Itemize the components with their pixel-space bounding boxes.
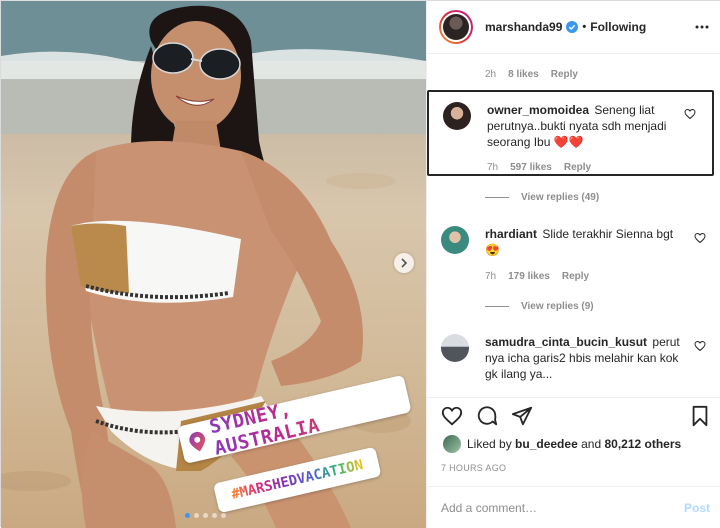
comments-list[interactable]: 2h 8 likes Reply owner_momoidea Seneng l…	[427, 54, 720, 396]
comment-text-block: rhardiant Slide terakhir Sienna bgt😍	[485, 226, 680, 258]
verified-icon	[566, 21, 579, 33]
comment-input[interactable]	[441, 500, 661, 515]
carousel-next-button[interactable]	[394, 253, 414, 273]
comment-text-block: samudra_cinta_bucin_kusut perut nya icha…	[485, 334, 680, 382]
reply-button[interactable]: Reply	[564, 162, 591, 173]
post-photo[interactable]: SYDNEY, AUSTRALIA #MARSHEDVACATION	[1, 1, 426, 528]
liked-by-summary: Liked by bu_deedee and 80,212 others	[443, 435, 681, 453]
comment-meta: 7h 179 likes Reply	[485, 271, 589, 282]
comment-icon[interactable]	[476, 405, 498, 427]
liker-avatar[interactable]	[443, 435, 461, 453]
comment-item: samudra_cinta_bucin_kusut perut nya icha…	[427, 324, 720, 396]
replies-divider	[485, 197, 509, 198]
replies-divider	[485, 306, 509, 307]
bookmark-icon[interactable]	[689, 405, 711, 427]
reply-button[interactable]: Reply	[562, 271, 589, 282]
carousel-dot	[185, 513, 190, 518]
instagram-post: SYDNEY, AUSTRALIA #MARSHEDVACATION marsh…	[0, 0, 720, 528]
comment-time: 7h	[485, 271, 497, 282]
following-button[interactable]: Following	[590, 20, 646, 34]
comment-item: owner_momoidea Seneng liat perutnya..buk…	[427, 90, 714, 176]
comment-likes[interactable]: 8 likes	[508, 69, 539, 80]
commenter-username[interactable]: samudra_cinta_bucin_kusut	[485, 335, 647, 349]
reply-button[interactable]: Reply	[551, 69, 578, 80]
comment-time: 2h	[485, 69, 497, 80]
comment-item: rhardiant Slide terakhir Sienna bgt😍 7h …	[427, 216, 720, 296]
post-details-panel: marshanda99 • Following 2h 8 likes Reply	[426, 1, 720, 528]
carousel-dot	[203, 513, 208, 518]
commenter-avatar[interactable]	[441, 226, 469, 254]
liked-by-connector: and	[581, 437, 602, 451]
comment-likes[interactable]: 597 likes	[510, 162, 552, 173]
heart-icon[interactable]	[694, 340, 706, 352]
author-username[interactable]: marshanda99	[485, 20, 562, 34]
more-icon[interactable]	[694, 19, 710, 35]
view-replies-label: View replies (49)	[521, 192, 600, 203]
heart-icon[interactable]	[684, 108, 696, 120]
heart-icon[interactable]	[694, 232, 706, 244]
carousel-dot	[212, 513, 217, 518]
action-bar	[427, 397, 720, 431]
view-replies-label: View replies (9)	[521, 301, 594, 312]
commenter-username[interactable]: owner_momoidea	[487, 103, 589, 117]
avatar-image	[443, 14, 469, 40]
carousel-dot	[194, 513, 199, 518]
location-pin-icon	[189, 431, 206, 452]
comment-meta: 7h 597 likes Reply	[487, 162, 591, 173]
comment-likes[interactable]: 179 likes	[508, 271, 550, 282]
comment-meta: 2h 8 likes Reply	[485, 69, 578, 80]
comment-time: 7h	[487, 162, 499, 173]
heart-icon[interactable]	[441, 405, 463, 427]
view-replies-button[interactable]: View replies (9)	[485, 301, 594, 312]
post-comment-button[interactable]: Post	[684, 501, 710, 515]
header-separator: •	[582, 21, 587, 33]
avatar[interactable]	[439, 10, 473, 44]
commenter-avatar[interactable]	[443, 102, 471, 130]
chevron-right-icon	[401, 258, 408, 268]
add-comment-bar: Post	[427, 486, 720, 528]
liked-by-user[interactable]: bu_deedee	[515, 437, 578, 451]
post-header: marshanda99 • Following	[427, 1, 720, 54]
comment-text-block: owner_momoidea Seneng liat perutnya..buk…	[487, 102, 682, 150]
liked-by-prefix: Liked by	[467, 437, 512, 451]
commenter-username[interactable]: rhardiant	[485, 227, 537, 241]
carousel-indicator	[185, 513, 226, 518]
post-timestamp[interactable]: 7 HOURS AGO	[441, 463, 506, 473]
share-icon[interactable]	[511, 405, 533, 427]
liked-by-others[interactable]: 80,212 others	[604, 437, 681, 451]
carousel-dot	[221, 513, 226, 518]
commenter-avatar[interactable]	[441, 334, 469, 362]
view-replies-button[interactable]: View replies (49)	[485, 192, 599, 203]
